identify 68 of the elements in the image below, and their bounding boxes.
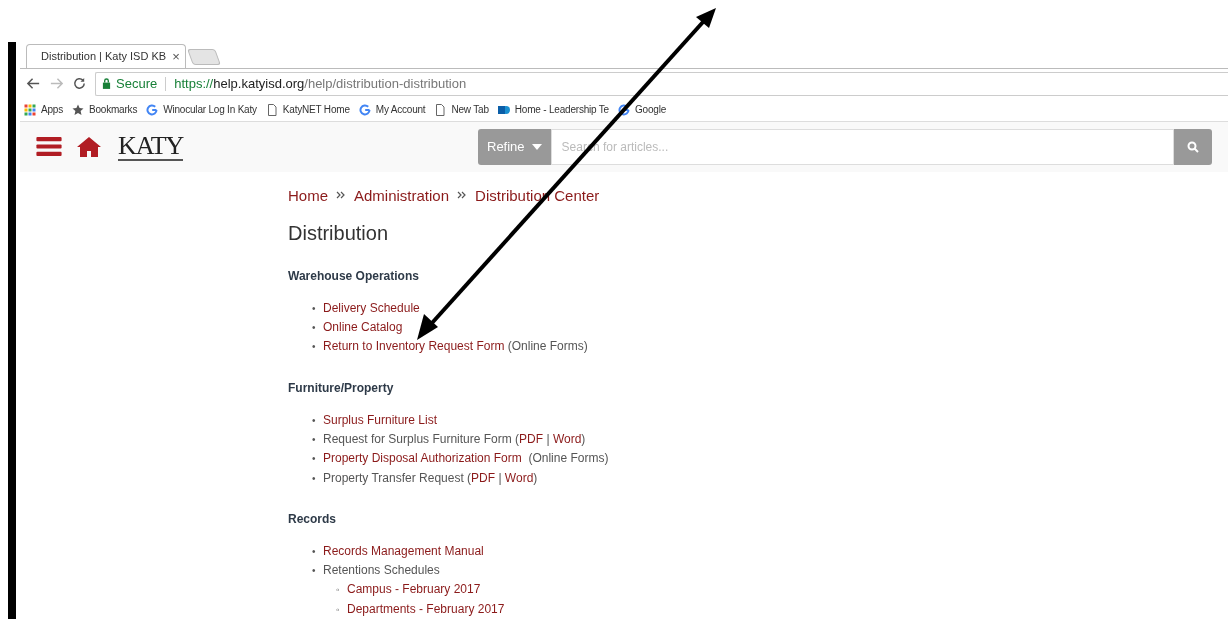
reload-icon[interactable] <box>72 76 87 92</box>
bookmark[interactable]: Winocular Log In Katy <box>146 103 257 116</box>
bullet: • <box>312 340 317 355</box>
link[interactable]: Departments - February 2017 <box>347 601 505 616</box>
note-text: ) <box>581 431 586 446</box>
chevron-icon <box>457 191 468 200</box>
bullet: • <box>312 413 317 428</box>
link[interactable]: Campus - February 2017 <box>347 582 481 597</box>
bookmark[interactable]: Bookmarks <box>72 103 138 116</box>
bookmark[interactable]: Home - Leadership Te <box>497 103 609 116</box>
link[interactable]: Word <box>504 470 534 485</box>
search-button[interactable] <box>1174 128 1212 165</box>
link[interactable]: Records Management Manual <box>323 543 484 558</box>
page-icon <box>434 103 447 116</box>
note-text: Request for Surplus Furniture Form ( <box>323 431 520 446</box>
home-icon[interactable] <box>76 135 102 158</box>
apps-grid-icon <box>24 103 36 116</box>
page-title: Distribution <box>288 221 390 245</box>
menu-icon[interactable] <box>36 136 62 158</box>
link[interactable]: Delivery Schedule <box>323 300 420 315</box>
chevron-icon <box>336 191 346 200</box>
browser-tab[interactable]: Distribution | Katy ISD KB × <box>26 43 186 68</box>
logo[interactable]: KATY <box>118 132 184 161</box>
lock-icon <box>102 78 111 90</box>
link[interactable]: Online Catalog <box>323 320 403 334</box>
bookmark[interactable]: Apps <box>24 103 63 116</box>
g-icon <box>618 103 630 116</box>
note-text: | <box>497 470 503 485</box>
bullet: • <box>312 452 317 467</box>
link[interactable]: Return to Inventory Request Form <box>323 339 505 354</box>
note-text: ) <box>533 470 538 485</box>
section-heading: Warehouse Operations <box>288 268 420 283</box>
link[interactable]: Surplus Furniture List <box>323 412 438 427</box>
bullet: • <box>312 321 317 335</box>
note-text: Retentions Schedules <box>323 563 440 578</box>
note-text: (Online Forms) <box>527 451 609 466</box>
bullet: ◦ <box>336 583 341 598</box>
bullet: ◦ <box>336 602 341 617</box>
bullet: • <box>312 544 317 559</box>
bullet: • <box>312 432 317 447</box>
section-heading: Records <box>288 511 338 526</box>
g-icon <box>146 103 159 116</box>
star-icon <box>72 103 84 116</box>
breadcrumb-link[interactable]: Home <box>288 186 328 204</box>
sharepoint-icon <box>497 103 510 116</box>
link[interactable]: Word <box>552 431 582 446</box>
bookmark[interactable]: KatyNET Home <box>265 103 350 116</box>
note-text: | <box>545 431 551 446</box>
link[interactable]: PDF <box>519 431 544 446</box>
note-text: Property Transfer Request ( <box>323 470 472 485</box>
caret-icon <box>531 143 542 150</box>
breadcrumb-link[interactable]: Administration <box>354 186 450 204</box>
bullet: • <box>312 301 317 316</box>
note-text: (Online Forms) <box>506 339 588 354</box>
bookmark[interactable]: Google <box>618 103 667 116</box>
bullet: • <box>312 471 317 486</box>
secure-label: Secure <box>116 76 158 92</box>
section-heading: Furniture/Property <box>288 380 395 395</box>
url-text: https://help.katyisd.org/help/distribution-distribution <box>174 76 467 92</box>
link[interactable]: PDF <box>471 470 496 485</box>
g-icon <box>358 103 371 116</box>
address-bar[interactable]: Secure https://help.katyisd.org/help/distribution-distribution <box>95 71 1228 96</box>
search-icon <box>1187 140 1199 153</box>
bullet: • <box>312 564 317 579</box>
page-icon <box>265 103 278 116</box>
bookmark[interactable]: My Account <box>358 103 426 116</box>
link[interactable]: Property Disposal Authorization Form <box>323 451 522 466</box>
bookmark[interactable]: New Tab <box>434 103 489 116</box>
